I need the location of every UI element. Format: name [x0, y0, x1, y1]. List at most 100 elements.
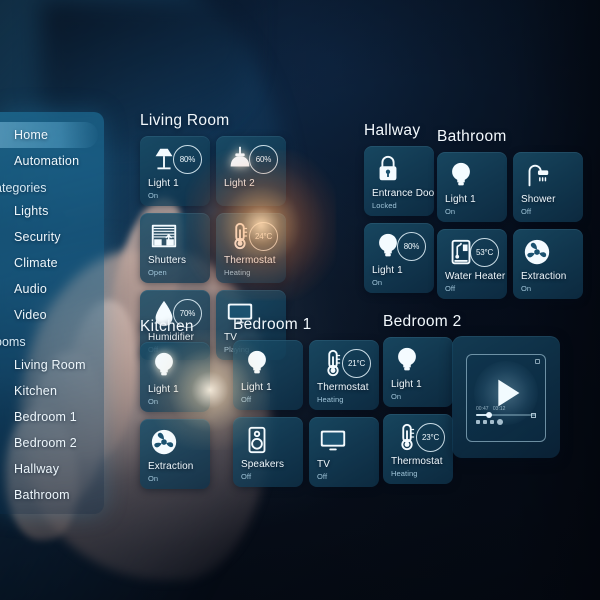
next-icon[interactable]: [490, 420, 494, 424]
tile-living-room-thermostat[interactable]: 24°C Thermostat Heating: [216, 213, 286, 283]
sidebar-item-living-room[interactable]: Living Room: [0, 352, 104, 378]
speaker-icon: [242, 425, 272, 455]
tile-value-ring[interactable]: 21°C: [342, 349, 371, 378]
tile-bedroom-1-tv[interactable]: TV Off: [309, 417, 379, 487]
sidebar-item-bathroom[interactable]: Bathroom: [0, 482, 104, 508]
tile-value-ring[interactable]: 80%: [173, 145, 202, 174]
tile-status: On: [148, 397, 159, 406]
tile-status: On: [445, 207, 456, 216]
sidebar-item-kitchen[interactable]: Kitchen: [0, 378, 104, 404]
group-hallway: Hallway Entrance Door Locked 80% Light 1 On: [364, 122, 440, 300]
tile-status: On: [148, 474, 159, 483]
tile-kitchen-extraction[interactable]: Extraction On: [140, 419, 210, 489]
sidebar-item-bedroom-1[interactable]: Bedroom 1: [0, 404, 104, 430]
sidebar-header-categories: Categories: [0, 181, 47, 195]
media-progress-track[interactable]: [476, 411, 536, 418]
tile-grid-bedroom-2: Light 1 On 23°C Thermostat Heating: [383, 337, 463, 491]
sidebar-item-hallway[interactable]: Hallway: [0, 456, 104, 482]
tile-living-room-light-1[interactable]: 80% Light 1 On: [140, 136, 210, 206]
bulb-icon: [149, 350, 179, 380]
tile-bedroom-1-thermostat[interactable]: 21°C Thermostat Heating: [309, 340, 379, 410]
media-total-time: 03:12: [492, 406, 506, 412]
group-title-kitchen: Kitchen: [140, 318, 194, 335]
tile-value-ring[interactable]: 80%: [397, 232, 426, 261]
tile-living-room-light-2[interactable]: 60% Light 2: [216, 136, 286, 206]
tile-label: Water Heater: [445, 271, 506, 282]
tile-bedroom-1-speakers[interactable]: Speakers Off: [233, 417, 303, 487]
tile-status: Off: [445, 284, 456, 293]
shutters-icon: [149, 221, 179, 251]
tile-status: Off: [241, 395, 252, 404]
tile-label: Thermostat: [224, 255, 276, 266]
tile-label: Speakers: [241, 459, 285, 470]
tile-status: Off: [521, 207, 532, 216]
group-title-living-room: Living Room: [140, 112, 230, 129]
group-bedroom-1: Bedroom 1 Light 1 Off 21°C Thermostat Heatin…: [233, 316, 385, 494]
tile-grid-bathroom: Light 1 On Shower Off 53°C Water Heater Off Ext…: [437, 152, 589, 306]
fan-icon: [522, 237, 552, 267]
tile-hallway-entrance-door[interactable]: Entrance Door Locked: [364, 146, 434, 216]
tile-label: TV: [317, 459, 330, 470]
bulb-icon: [446, 160, 476, 190]
tile-value-ring[interactable]: 60%: [249, 145, 278, 174]
group-bathroom: Bathroom Light 1 On Shower Off 53°C Water Hea…: [437, 128, 589, 306]
tile-bathroom-light-1[interactable]: Light 1 On: [437, 152, 507, 222]
tile-label: Thermostat: [317, 382, 369, 393]
tile-grid-bedroom-1: Light 1 Off 21°C Thermostat Heating Speakers O…: [233, 340, 385, 494]
prev-icon[interactable]: [476, 420, 480, 424]
sidebar-item-lights[interactable]: Lights: [0, 198, 104, 224]
tile-value-ring[interactable]: 24°C: [249, 222, 278, 251]
tile-label: Shutters: [148, 255, 187, 266]
media-player-panel[interactable]: 00:47 03:12: [452, 336, 560, 458]
media-elapsed-time: 00:47: [476, 406, 489, 412]
sidebar-item-climate[interactable]: Climate: [0, 250, 104, 276]
sidebar-header-rooms: Rooms: [0, 335, 26, 349]
fullscreen-icon[interactable]: [531, 413, 536, 418]
sidebar-item-automation[interactable]: Automation: [0, 148, 104, 174]
media-progress-area[interactable]: 00:47 03:12: [476, 406, 536, 425]
tile-bathroom-water-heater[interactable]: 53°C Water Heater Off: [437, 229, 507, 299]
media-screen[interactable]: 00:47 03:12: [466, 354, 546, 442]
tv-icon: [318, 425, 348, 455]
tile-label: Extraction: [521, 271, 567, 282]
tile-bathroom-extraction[interactable]: Extraction On: [513, 229, 583, 299]
sidebar-item-audio[interactable]: Audio: [0, 276, 104, 302]
tile-bedroom-2-light-1[interactable]: Light 1 On: [383, 337, 453, 407]
tile-kitchen-light-1[interactable]: Light 1 On: [140, 342, 210, 412]
sidebar-item-home[interactable]: Home: [0, 122, 98, 148]
group-title-bedroom-2: Bedroom 2: [383, 313, 462, 330]
tile-hallway-light-1[interactable]: 80% Light 1 On: [364, 223, 434, 293]
tile-status: Heating: [317, 395, 344, 404]
media-expand-icon[interactable]: [535, 359, 540, 364]
group-bedroom-2: Bedroom 2 Light 1 On 23°C Thermostat Heating: [383, 313, 463, 491]
tile-status: Heating: [224, 268, 251, 277]
padlock-icon: [373, 154, 403, 184]
tile-bathroom-shower[interactable]: Shower Off: [513, 152, 583, 222]
tile-status: Open: [148, 268, 167, 277]
group-kitchen: Kitchen Light 1 On Extraction On: [140, 318, 220, 496]
volume-icon[interactable]: [497, 419, 503, 425]
tile-status: Off: [241, 472, 252, 481]
tile-label: Light 1: [241, 382, 272, 393]
sidebar-item-security[interactable]: Security: [0, 224, 104, 250]
tile-status: On: [372, 278, 383, 287]
sidebar-nav: HomeAutomation Categories LightsSecurityCl…: [0, 112, 104, 514]
sidebar-item-video[interactable]: Video: [0, 302, 104, 328]
tile-label: Entrance Door: [372, 188, 434, 199]
tile-label: Light 1: [148, 384, 179, 395]
media-progress-knob[interactable]: [486, 411, 493, 418]
tile-living-room-shutters[interactable]: Shutters Open: [140, 213, 210, 283]
tile-status: Off: [317, 472, 328, 481]
tile-bedroom-2-thermostat[interactable]: 23°C Thermostat Heating: [383, 414, 453, 484]
bulb-icon: [392, 345, 422, 375]
tile-grid-kitchen: Light 1 On Extraction On: [140, 342, 220, 496]
play-small-icon[interactable]: [483, 420, 487, 424]
sidebar-item-bedroom-2[interactable]: Bedroom 2: [0, 430, 104, 456]
tile-status: On: [521, 284, 532, 293]
tile-value-ring[interactable]: 53°C: [470, 238, 499, 267]
tile-bedroom-1-light-1[interactable]: Light 1 Off: [233, 340, 303, 410]
media-transport-controls[interactable]: [476, 413, 536, 425]
tile-label: Thermostat: [391, 456, 443, 467]
tile-value-ring[interactable]: 23°C: [416, 423, 445, 452]
group-title-bedroom-1: Bedroom 1: [233, 316, 312, 333]
